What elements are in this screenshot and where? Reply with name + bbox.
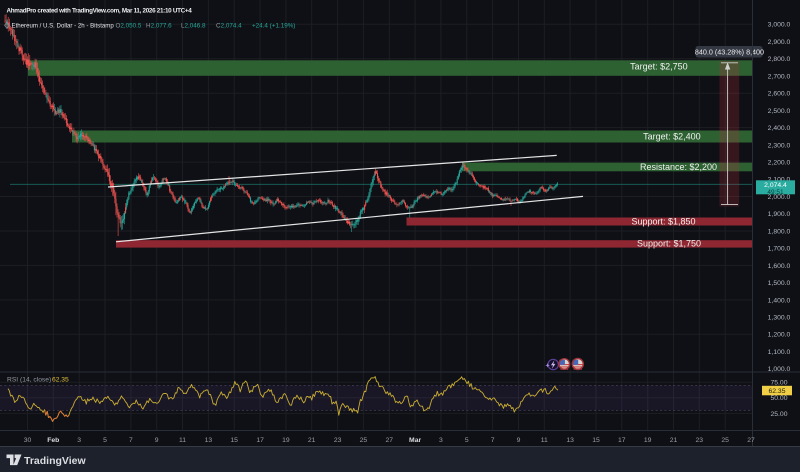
svg-text:75.00: 75.00 [770,380,787,387]
svg-text:7: 7 [491,437,495,444]
svg-text:1,900.0: 1,900.0 [768,211,791,218]
svg-text:19: 19 [644,437,652,444]
svg-text:13: 13 [205,437,213,444]
svg-text:Feb: Feb [47,437,59,444]
svg-text:11: 11 [541,437,548,444]
svg-text:2,600.0: 2,600.0 [768,91,791,98]
svg-text:25.00: 25.00 [770,411,787,418]
svg-text:840.0 (43.28%) 8,400: 840.0 (43.28%) 8,400 [695,47,764,56]
svg-text:TradingView: TradingView [24,455,86,467]
svg-text:3,000.0: 3,000.0 [768,22,791,29]
svg-text:1,100.0: 1,100.0 [768,349,791,356]
svg-text:62.35: 62.35 [52,376,69,383]
svg-text:21: 21 [308,437,316,444]
svg-text:17: 17 [618,437,626,444]
svg-text:27: 27 [386,437,394,444]
svg-text:+24.4 (+1.19%): +24.4 (+1.19%) [252,23,295,30]
svg-text:17: 17 [256,437,264,444]
svg-text:1,600.0: 1,600.0 [768,263,791,270]
svg-text:2,200.0: 2,200.0 [768,160,791,167]
svg-text:RSI (14, close): RSI (14, close) [7,376,51,383]
svg-text:1,500.0: 1,500.0 [768,280,791,287]
svg-text:2,900.0: 2,900.0 [768,39,791,46]
svg-text:27: 27 [747,437,755,444]
svg-text:Mar: Mar [409,437,421,444]
svg-text:49:51: 49:51 [767,189,784,196]
svg-text:2,800.0: 2,800.0 [768,56,791,63]
svg-text:L2,046.8: L2,046.8 [181,23,206,30]
svg-text:7: 7 [129,437,133,444]
svg-text:C2,074.4: C2,074.4 [216,23,242,30]
svg-text:13: 13 [566,437,574,444]
svg-text:Target: $2,750: Target: $2,750 [630,62,688,72]
svg-text:Support: $1,850: Support: $1,850 [631,217,695,227]
svg-text:1,300.0: 1,300.0 [768,315,791,322]
svg-text:23: 23 [334,437,342,444]
svg-text:5: 5 [465,437,469,444]
svg-text:1,700.0: 1,700.0 [768,246,791,253]
svg-text:2,700.0: 2,700.0 [768,73,791,80]
svg-text:Ethereum / U.S. Dollar - 2h -: Ethereum / U.S. Dollar - 2h - Bitstamp [12,23,115,30]
svg-text:30: 30 [24,437,32,444]
svg-text:50.00: 50.00 [770,395,787,402]
svg-text:11: 11 [179,437,186,444]
svg-text:9: 9 [155,437,159,444]
svg-text:1,400.0: 1,400.0 [768,297,791,304]
svg-text:23: 23 [696,437,704,444]
svg-text:19: 19 [282,437,290,444]
svg-text:Support: $1,750: Support: $1,750 [637,239,701,249]
svg-text:Target: $2,400: Target: $2,400 [643,132,701,142]
svg-text:62.35: 62.35 [768,388,785,395]
svg-text:15: 15 [230,437,238,444]
svg-text:1,200.0: 1,200.0 [768,332,791,339]
svg-text:25: 25 [360,437,368,444]
svg-text:2,400.0: 2,400.0 [768,125,791,132]
svg-text:Resistance: $2,200: Resistance: $2,200 [640,162,717,172]
svg-text:1,000.0: 1,000.0 [768,366,791,373]
svg-text:2,300.0: 2,300.0 [768,142,791,149]
svg-text:AhmadPro created with TradingV: AhmadPro created with TradingView.com, M… [7,8,193,15]
svg-text:25: 25 [721,437,729,444]
svg-text:3: 3 [77,437,81,444]
svg-text:3: 3 [439,437,443,444]
svg-text:2,500.0: 2,500.0 [768,108,791,115]
svg-text:21: 21 [670,437,678,444]
svg-text:5: 5 [103,437,107,444]
svg-text:9: 9 [517,437,521,444]
svg-text:1,800.0: 1,800.0 [768,228,791,235]
svg-text:H2,077.6: H2,077.6 [146,23,172,30]
svg-text:O2,050.5: O2,050.5 [116,23,142,30]
svg-text:15: 15 [592,437,600,444]
